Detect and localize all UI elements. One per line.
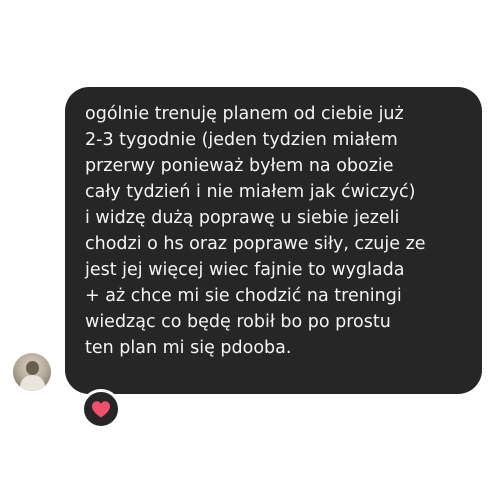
heart-reaction-badge[interactable] (81, 389, 121, 429)
sender-avatar[interactable] (13, 353, 51, 391)
message-text: ogólnie trenuję planem od ciebie już 2-3… (85, 104, 426, 358)
chat-thread: ogólnie trenuję planem od ciebie już 2-3… (0, 0, 500, 500)
heart-shape (92, 401, 110, 418)
avatar-head-shape (26, 361, 39, 375)
message-bubble[interactable]: ogólnie trenuję planem od ciebie już 2-3… (65, 87, 482, 394)
avatar-torso-shape (20, 375, 45, 391)
heart-icon (92, 401, 110, 418)
